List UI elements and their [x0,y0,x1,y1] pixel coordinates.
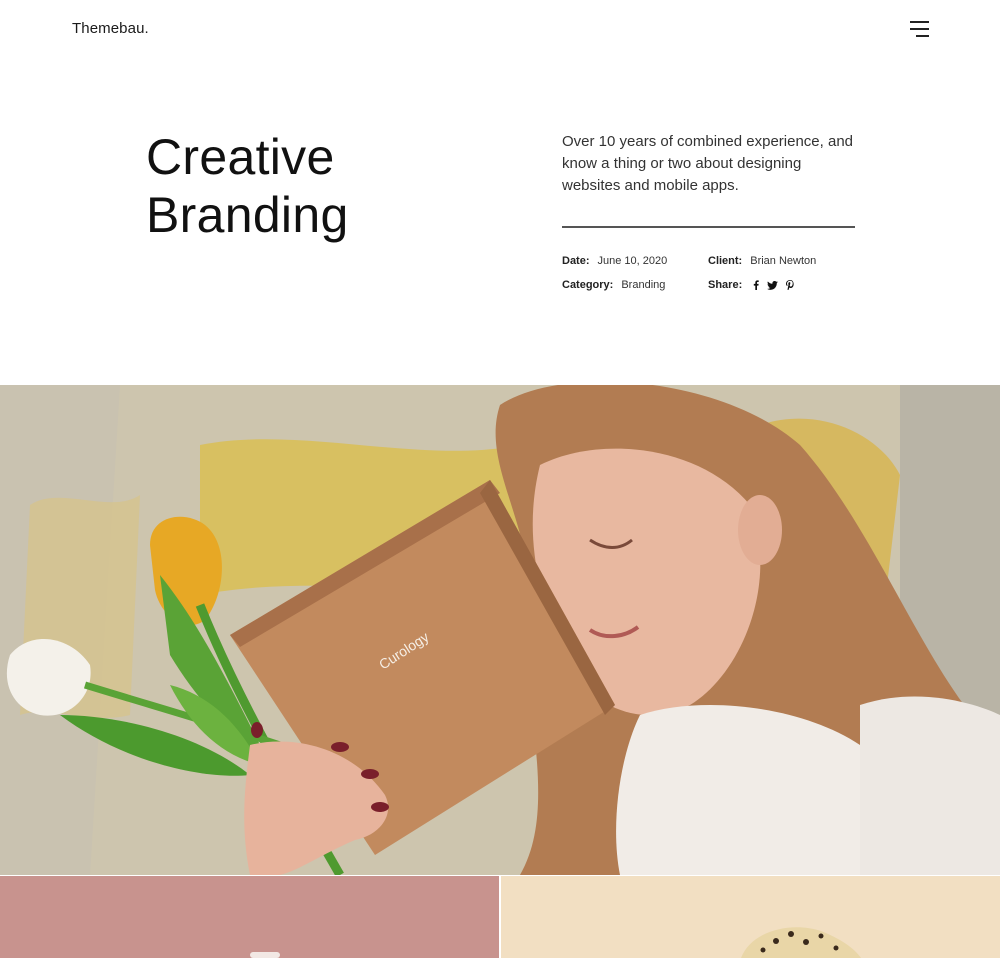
meta-client: Client: Brian Newton [708,255,816,267]
hero-image: Curology [0,385,1000,875]
gallery-image-right [501,876,1000,958]
title-line-2: Branding [146,187,349,243]
meta-date: Date: June 10, 2020 [562,255,667,267]
share-label: Share: [708,279,743,291]
meta-share: Share: [708,279,794,291]
meta-category: Category: Branding [562,279,665,291]
client-label: Client: [708,255,743,267]
project-description: Over 10 years of combined experience, an… [562,133,853,194]
menu-icon-line [910,21,929,23]
title-line-1: Creative [146,129,335,185]
hero-photo-illustration: Curology [0,385,1000,875]
gallery-image-left [0,876,499,958]
date-label: Date: [562,255,590,267]
date-value: June 10, 2020 [597,255,668,267]
divider [562,226,855,228]
category-value[interactable]: Branding [621,279,665,291]
gallery-left-illustration [0,876,499,958]
category-label: Category: [562,279,614,291]
facebook-icon[interactable] [753,280,760,291]
pinterest-icon[interactable] [786,280,794,291]
twitter-icon[interactable] [767,280,779,290]
site-logo[interactable]: Themebau. [72,20,149,37]
page-title: Creative Branding [146,128,349,244]
client-value: Brian Newton [750,255,817,267]
gallery-right-illustration [501,876,1000,958]
menu-button[interactable] [910,21,929,37]
menu-icon-line [910,28,929,30]
menu-icon-line [916,35,929,37]
